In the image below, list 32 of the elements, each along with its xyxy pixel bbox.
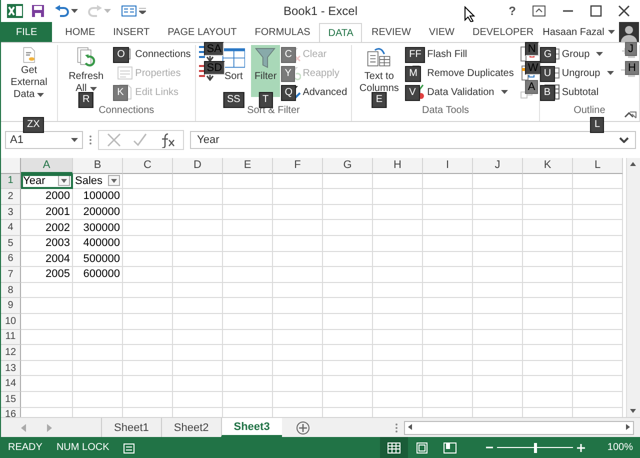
keytip-tooltip: N — [524, 42, 539, 56]
keytip-tooltip: R — [78, 92, 94, 108]
keytip-tooltip: M — [405, 66, 422, 82]
status-text: READY — [8, 442, 42, 453]
keytip-tooltip: B — [540, 85, 555, 101]
keytip-tooltip: W — [524, 61, 542, 75]
keytip-tooltip: A — [524, 80, 538, 94]
cell-text: Year — [23, 174, 46, 187]
keytip-tooltip: V — [405, 85, 420, 101]
keytip-tooltip: SS — [222, 92, 244, 108]
group-label: Outline — [574, 105, 606, 116]
group-label: Data Tools — [422, 105, 470, 116]
keytip-tooltip: ZX — [23, 117, 44, 133]
group-label: Connections — [98, 105, 154, 116]
keytip-tooltip: Y — [280, 66, 296, 82]
keytip-tooltip: SD — [204, 61, 226, 75]
keytip-tooltip: K — [113, 85, 128, 101]
keytip-tooltip: Q — [280, 85, 296, 101]
window-title: Book1 - Excel — [283, 4, 358, 18]
keytip-tooltip: O — [113, 47, 129, 63]
keytip-tooltip: E — [372, 92, 386, 108]
keytip-tooltip: H — [625, 61, 639, 75]
cell-text: Sales — [75, 174, 103, 187]
keytip-tooltip: FF — [405, 47, 426, 63]
keytip-tooltip: U — [540, 66, 556, 82]
status-text: NUM LOCK — [56, 442, 110, 453]
keytip-tooltip: G — [540, 47, 556, 63]
keytip-tooltip: SA — [204, 42, 224, 56]
keytip-tooltip: T — [258, 92, 273, 108]
keytip-tooltip: L — [590, 117, 604, 133]
keytip-tooltip: J — [625, 42, 636, 56]
keytip-tooltip: C — [280, 47, 296, 63]
